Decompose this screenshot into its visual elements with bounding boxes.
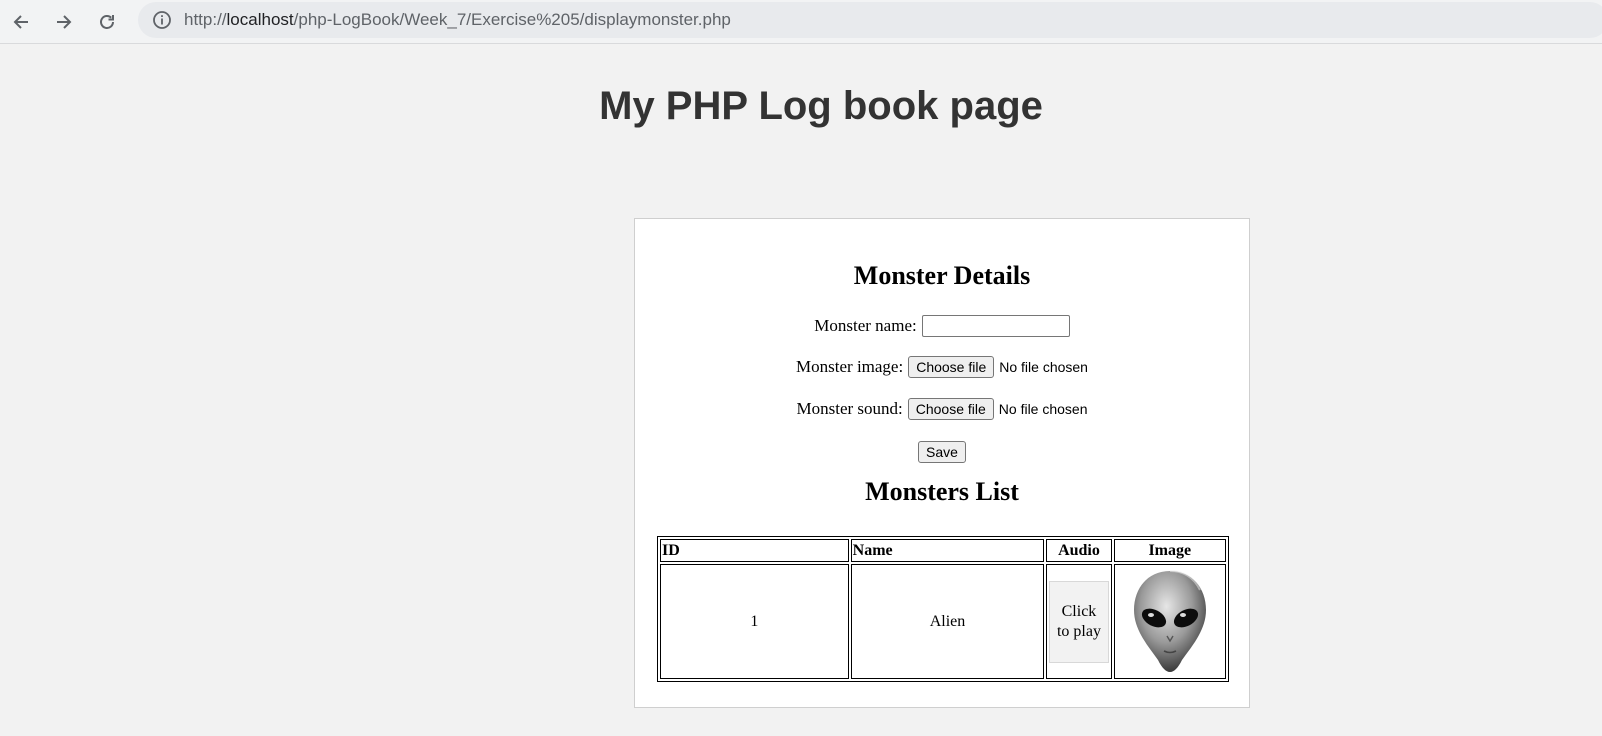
url-scheme: http:// <box>184 10 227 29</box>
alien-head-image <box>1133 569 1206 672</box>
monsters-table: ID Name Audio Image 1 Alien Click to pla… <box>657 536 1229 682</box>
browser-toolbar: http://localhost/php-LogBook/Week_7/Exer… <box>0 0 1602 44</box>
save-row: Save <box>635 441 1249 463</box>
monster-name-input[interactable] <box>921 315 1070 337</box>
arrow-left-icon <box>13 15 28 29</box>
table-row: 1 Alien Click to play <box>660 564 1226 679</box>
back-button[interactable] <box>5 6 37 38</box>
cell-audio: Click to play <box>1046 564 1112 679</box>
reload-button[interactable] <box>91 6 123 38</box>
save-button[interactable]: Save <box>918 441 966 463</box>
monster-details-heading: Monster Details <box>853 261 1031 290</box>
url-text[interactable]: http://localhost/php-LogBook/Week_7/Exer… <box>184 10 731 30</box>
forward-button[interactable] <box>48 6 80 38</box>
monster-panel: Monster Details Monster name: Monster im… <box>634 218 1250 708</box>
cell-name: Alien <box>850 564 1045 679</box>
column-header-name: Name <box>850 539 1045 562</box>
reload-icon <box>100 15 114 29</box>
arrow-right-icon <box>57 15 72 29</box>
monster-name-label: Monster name: <box>814 316 917 335</box>
cell-id: 1 <box>660 564 849 679</box>
monster-sound-choose-file-button[interactable]: Choose file <box>907 398 994 420</box>
monster-sound-file-status: No file chosen <box>998 401 1088 417</box>
url-host: localhost <box>226 10 294 29</box>
table-header-row: ID Name Audio Image <box>660 539 1226 562</box>
url-path: /php-LogBook/Week_7/Exercise%205/display… <box>293 10 731 29</box>
name-row: Monster name: <box>635 315 1249 337</box>
page-title: My PHP Log book page <box>599 84 1043 128</box>
image-row: Monster image: Choose file No file chose… <box>635 356 1249 378</box>
monster-image-file-status: No file chosen <box>999 359 1088 375</box>
column-header-id: ID <box>660 539 849 562</box>
monster-image-label: Monster image: <box>796 357 904 376</box>
play-audio-button[interactable]: Click to play <box>1048 580 1109 663</box>
address-bar[interactable]: http://localhost/php-LogBook/Week_7/Exer… <box>138 2 1602 38</box>
monster-image-choose-file-button[interactable]: Choose file <box>908 356 995 378</box>
column-header-image: Image <box>1113 539 1226 562</box>
info-icon[interactable] <box>152 10 172 30</box>
monsters-list-heading: Monsters List <box>865 477 1019 506</box>
cell-image <box>1113 564 1226 679</box>
column-header-audio: Audio <box>1046 539 1112 562</box>
monster-sound-label: Monster sound: <box>796 399 903 418</box>
sound-row: Monster sound: Choose file No file chose… <box>635 398 1249 420</box>
